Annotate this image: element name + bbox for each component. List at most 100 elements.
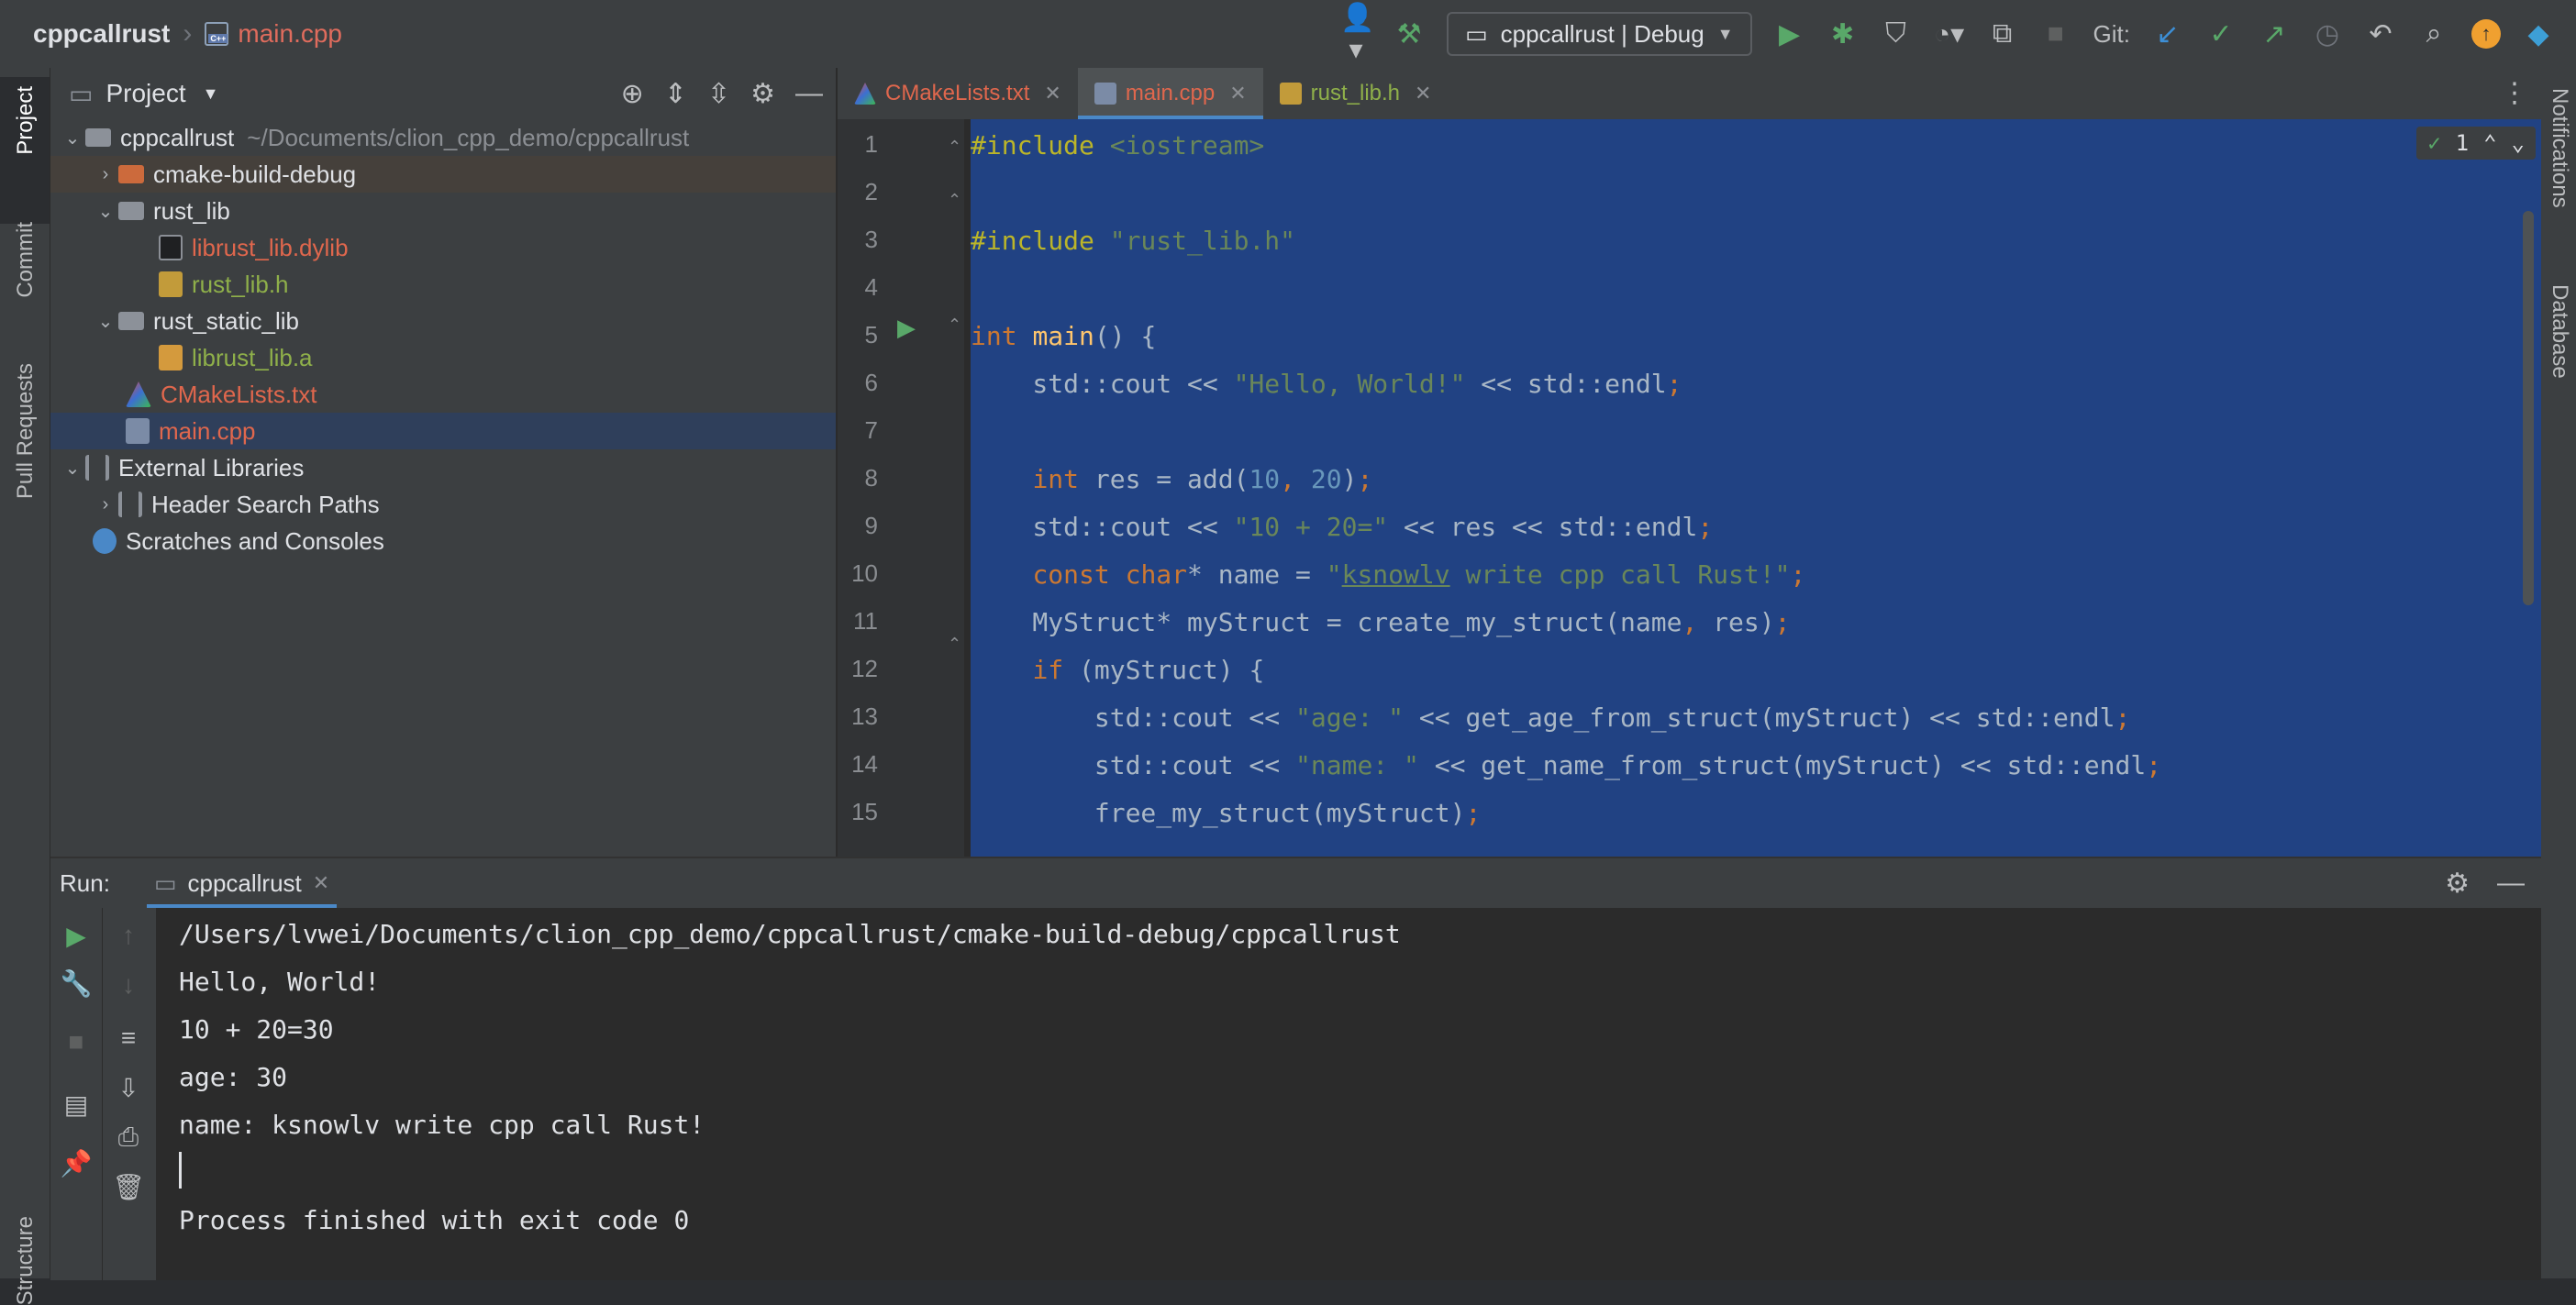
collapse-all-icon[interactable]: ⇳ — [707, 78, 730, 110]
tab-rust-lib-h[interactable]: rust_lib.h ✕ — [1263, 68, 1449, 119]
close-icon[interactable]: ✕ — [1415, 82, 1431, 105]
scroll-to-end-icon[interactable]: ⇩ — [103, 1073, 154, 1103]
user-icon[interactable]: 👤▾ — [1340, 2, 1374, 66]
git-commit-icon[interactable]: ✓ — [2205, 18, 2237, 50]
coverage-icon[interactable]: ⛉ — [1881, 18, 1912, 50]
hide-icon[interactable]: — — [795, 78, 823, 109]
run-tab-cppcallrust[interactable]: ▭ cppcallrust ✕ — [146, 858, 338, 908]
chevron-right-icon[interactable]: › — [93, 164, 118, 185]
rollback-icon[interactable]: ↶ — [2365, 18, 2396, 50]
chevron-down-icon[interactable]: ⌄ — [60, 457, 85, 480]
breadcrumb-file[interactable]: main.cpp — [238, 19, 342, 49]
code-area[interactable]: #include <iostream> #include "rust_lib.h… — [971, 119, 2541, 857]
tree-item-scratches[interactable]: Scratches and Consoles — [50, 523, 836, 559]
tree-item-cmake-build-debug[interactable]: › cmake-build-debug — [50, 156, 836, 193]
arrow-down-icon[interactable]: ↓ — [103, 970, 154, 1000]
console-line: name: ksnowlv write cpp call Rust! — [179, 1110, 705, 1140]
hide-icon[interactable]: — — [2497, 868, 2525, 899]
line-number: 7 — [864, 416, 878, 444]
stop-icon[interactable]: ■ — [50, 1027, 102, 1056]
breadcrumb-project[interactable]: cppcallrust — [33, 19, 170, 49]
chevron-down-icon[interactable]: ⌄ — [93, 200, 118, 223]
tree-item-root[interactable]: ⌄ cppcallrust ~/Documents/clion_cpp_demo… — [50, 119, 836, 156]
locate-icon[interactable]: ⊕ — [621, 78, 644, 110]
more-icon[interactable]: ⋮ — [2501, 68, 2528, 119]
folder-icon — [118, 165, 144, 183]
arrow-up-icon[interactable]: ↑ — [103, 921, 154, 950]
pull-requests-tool-button[interactable]: Pull Requests — [13, 363, 39, 499]
expand-all-icon[interactable]: ⇕ — [664, 78, 687, 110]
run-icon[interactable]: ▶ — [1774, 18, 1805, 50]
tab-label: rust_lib.h — [1310, 81, 1401, 105]
editor-scrollbar[interactable] — [2523, 211, 2534, 605]
library-icon — [85, 455, 109, 481]
tree-item-path: ~/Documents/clion_cpp_demo/cppcallrust — [247, 123, 690, 151]
git-update-icon[interactable]: ↙ — [2152, 18, 2183, 50]
tree-item-main-cpp[interactable]: main.cpp — [50, 413, 836, 449]
notifications-tool-button[interactable]: Notifications — [2547, 88, 2572, 208]
chevron-right-icon[interactable]: › — [93, 494, 118, 515]
wrench-icon[interactable]: 🔧 — [50, 968, 102, 999]
right-tool-stripe: Notifications Database — [2540, 68, 2576, 1278]
soft-wrap-icon[interactable]: ≡ — [103, 1023, 154, 1053]
tree-item-external-libraries[interactable]: ⌄ External Libraries — [50, 449, 836, 486]
close-icon[interactable]: ✕ — [1229, 82, 1246, 105]
profile-icon[interactable]: ◔▾ — [1934, 18, 1965, 50]
print-icon[interactable]: ⎙ — [103, 1123, 154, 1153]
run-gutter-icon[interactable]: ▶ — [897, 314, 916, 342]
library-icon — [118, 492, 142, 517]
tab-cmakelists[interactable]: CMakeLists.txt ✕ — [838, 68, 1078, 119]
line-number-gutter: ▶ ⌃ ⌃ ⌃ ⌃ 1 2 3 4 5 6 7 8 9 10 11 12 13 14 15 — [838, 119, 964, 857]
chevron-up-icon[interactable]: ⌃ — [2483, 130, 2496, 156]
tab-main-cpp[interactable]: main.cpp ✕ — [1077, 68, 1263, 119]
close-icon[interactable]: ✕ — [1044, 82, 1060, 105]
chevron-down-icon[interactable]: ▼ — [203, 84, 219, 104]
inspection-widget[interactable]: ✓ 1 ⌃ ⌄ — [2416, 127, 2536, 160]
fold-icon[interactable]: ⌃ — [948, 191, 961, 210]
pin-icon[interactable]: 📌 — [50, 1148, 102, 1178]
tree-item-librust-lib-a[interactable]: librust_lib.a — [50, 339, 836, 376]
project-panel-title[interactable]: Project — [105, 79, 185, 108]
rerun-icon[interactable]: ▶ — [50, 921, 102, 951]
tree-item-header-search-paths[interactable]: › Header Search Paths — [50, 486, 836, 523]
updates-icon[interactable]: ↑ — [2471, 19, 2501, 49]
structure-tool-button[interactable]: Structure — [13, 1216, 39, 1305]
chevron-down-icon[interactable]: ⌄ — [2512, 130, 2525, 156]
line-number: 12 — [851, 655, 878, 682]
debug-bug-icon[interactable]: ✱ — [1827, 18, 1859, 50]
code-line: std::cout << "Hello, World!" << std::end… — [971, 369, 1682, 399]
attach-icon[interactable]: ⧉ — [1987, 18, 2018, 50]
git-label: Git: — [2093, 19, 2130, 48]
fold-icon[interactable]: ⌃ — [948, 138, 961, 157]
tree-item-librust-lib-dylib[interactable]: librust_lib.dylib — [50, 229, 836, 266]
console-line: age: 30 — [179, 1062, 288, 1092]
jetbrains-logo-icon[interactable]: ◆ — [2523, 18, 2554, 50]
search-icon[interactable]: ⌕ — [2418, 18, 2449, 50]
gear-icon[interactable]: ⚙ — [750, 78, 775, 110]
tree-item-rust-static-lib[interactable]: ⌄ rust_static_lib — [50, 303, 836, 339]
cpp-file-icon — [126, 418, 150, 444]
header-file-icon — [1279, 83, 1302, 105]
folder-icon — [118, 312, 144, 330]
fold-icon[interactable]: ⌃ — [948, 635, 961, 654]
build-hammer-icon[interactable]: ⚒ — [1393, 18, 1425, 50]
git-push-icon[interactable]: ↗ — [2259, 18, 2290, 50]
line-number: 15 — [851, 798, 878, 825]
commit-tool-button[interactable]: Commit — [13, 222, 39, 298]
chevron-down-icon[interactable]: ⌄ — [93, 310, 118, 333]
database-tool-button[interactable]: Database — [2547, 284, 2572, 379]
fold-icon[interactable]: ⌃ — [948, 315, 961, 335]
stop-icon[interactable]: ■ — [2040, 18, 2071, 50]
run-configuration-selector[interactable]: ▭ cppcallrust | Debug ▼ — [1447, 12, 1752, 56]
history-icon[interactable]: ◷ — [2312, 18, 2343, 50]
project-tool-button[interactable]: Project — [13, 86, 39, 155]
tree-item-rust-lib[interactable]: ⌄ rust_lib — [50, 193, 836, 229]
close-icon[interactable]: ✕ — [313, 871, 329, 895]
tree-item-rust-lib-h[interactable]: rust_lib.h — [50, 266, 836, 303]
trash-icon[interactable]: 🗑 — [103, 1172, 154, 1202]
console-action-bar: ↑ ↓ ≡ ⇩ ⎙ 🗑 — [102, 908, 157, 1280]
chevron-down-icon[interactable]: ⌄ — [60, 127, 85, 149]
gear-icon[interactable]: ⚙ — [2445, 868, 2470, 900]
layout-icon[interactable]: ▤ — [50, 1089, 102, 1120]
tree-item-cmakelists[interactable]: CMakeLists.txt — [50, 376, 836, 413]
